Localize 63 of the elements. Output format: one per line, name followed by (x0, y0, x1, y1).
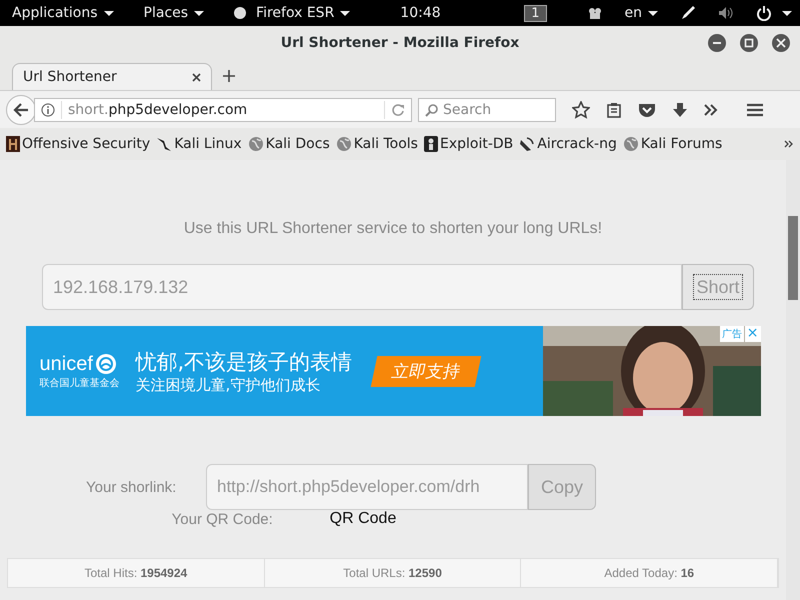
stat-text: Total URLs: 12590 (343, 566, 442, 580)
url-field[interactable]: short.php5developer.com (34, 98, 412, 122)
search-icon (425, 102, 439, 116)
pen-icon[interactable] (680, 5, 696, 21)
globe-icon (622, 136, 639, 152)
top-menu[interactable]: Places (144, 5, 204, 21)
minimize-button[interactable] (708, 34, 726, 52)
ad-label: 广告 (720, 326, 744, 342)
workspace-indicator[interactable]: 1 (524, 4, 546, 22)
menu-icon[interactable] (746, 102, 764, 116)
bookmark-link[interactable]: Offensive Security (6, 136, 150, 152)
bookmark-link[interactable]: Kali Forums (622, 136, 722, 152)
url-input[interactable]: 192.168.179.132 (42, 264, 682, 310)
intro-text: Use this URL Shortener service to shorten your long URLs! (184, 220, 602, 238)
language-menu[interactable]: en (624, 5, 658, 21)
brand-logo-text: unicef (40, 352, 93, 376)
exploit-icon (424, 136, 438, 152)
power-icon[interactable] (756, 5, 772, 21)
new-tab-icon[interactable] (222, 69, 236, 83)
pocket-icon[interactable] (638, 102, 656, 118)
back-arrow-icon (13, 102, 29, 116)
overflow-icon[interactable] (704, 104, 718, 116)
shortlink-label: Your shorlink: (86, 478, 178, 496)
search-field[interactable]: Search (418, 98, 556, 122)
browser-tab[interactable]: Url Shortener (12, 63, 212, 90)
reload-icon[interactable] (391, 102, 405, 116)
antenna-icon (519, 136, 536, 152)
url-text: short.php5developer.com (68, 102, 248, 118)
bookmark-link[interactable]: Kali Linux (156, 136, 242, 152)
top-menu[interactable]: Applications (12, 5, 114, 21)
brand-subtitle: 联合国儿童基金会 (40, 376, 120, 390)
back-button[interactable] (6, 94, 36, 124)
caret-icon[interactable] (782, 10, 792, 16)
qr-code-label: Your QR Code: (172, 510, 274, 528)
info-icon[interactable] (41, 102, 55, 116)
ad-subline: 关注困境儿童,守护他们成长 (136, 376, 322, 394)
bookmark-link[interactable]: Exploit-DB (424, 136, 514, 152)
vertical-scrollbar[interactable] (786, 160, 800, 600)
download-icon[interactable] (672, 102, 688, 118)
bookmark-link[interactable]: Kali Docs (248, 136, 330, 152)
close-icon (776, 38, 786, 48)
close-icon[interactable] (192, 72, 201, 82)
close-button[interactable] (772, 34, 790, 52)
video-icon[interactable] (586, 7, 602, 19)
volume-icon[interactable] (718, 5, 734, 21)
qr-code-text: QR Code (330, 510, 396, 528)
globe-icon (248, 136, 264, 152)
stat-text: Added Today: 16 (604, 566, 694, 580)
top-menu[interactable]: Firefox ESR (234, 5, 350, 21)
bookmark-link[interactable]: Aircrack-ng (519, 136, 617, 152)
star-icon[interactable] (572, 100, 590, 118)
clock: 10:48 (400, 5, 441, 21)
maximize-icon (744, 38, 754, 48)
bookmark-link[interactable]: Kali Tools (336, 136, 418, 152)
ad-headline: 忧郁,不该是孩子的表情 (136, 348, 352, 376)
maximize-button[interactable] (740, 34, 758, 52)
globe-emblem-icon (94, 353, 117, 375)
clipboard-icon[interactable] (606, 102, 622, 118)
window-title: Url Shortener - Mozilla Firefox (280, 35, 520, 51)
overflow-icon[interactable] (784, 140, 794, 148)
tab-title: Url Shortener (23, 69, 117, 85)
globe-icon (336, 136, 352, 152)
stat-text: Total Hits: 1954924 (84, 566, 188, 580)
